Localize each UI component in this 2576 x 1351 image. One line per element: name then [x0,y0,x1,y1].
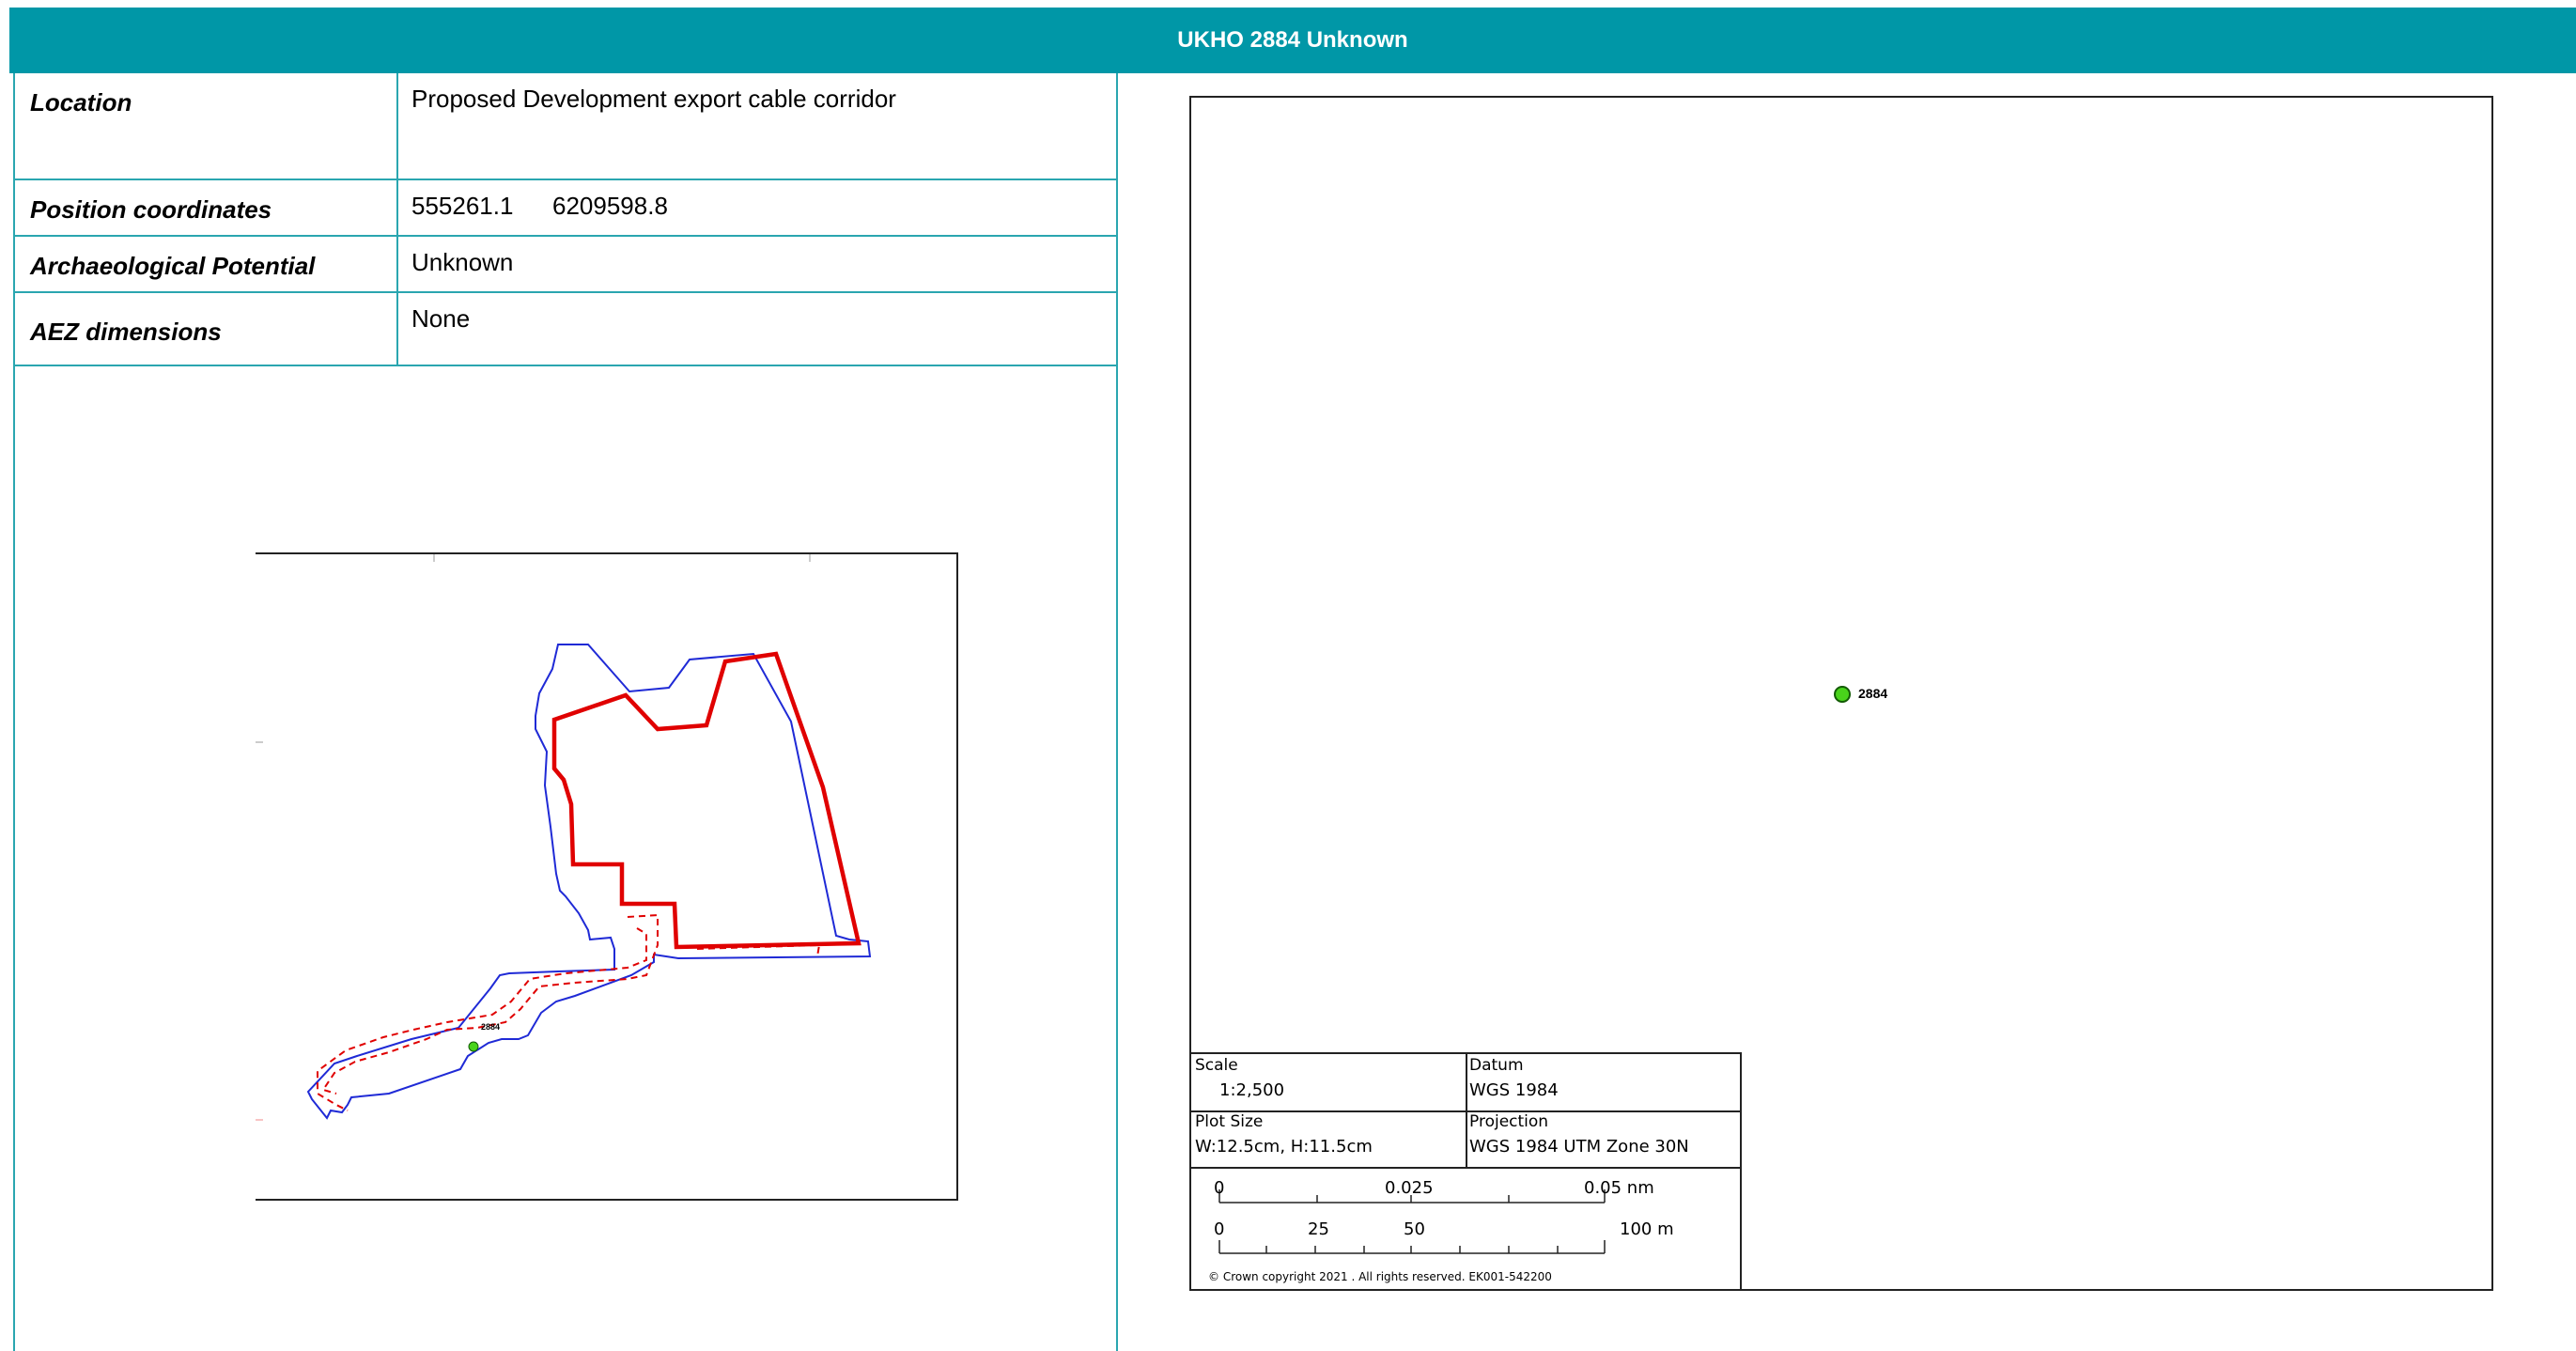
scale-bar [1218,1189,1606,1254]
aez-row: AEZ dimensions None [15,293,1116,366]
cable-corridor-outer [321,913,659,1095]
scale-label: Scale [1195,1056,1238,1075]
position-row: Position coordinates 555261.1 6209598.8 [15,180,1116,237]
minimap-marker [468,1041,479,1052]
potential-value: Unknown [411,248,514,276]
potential-label: Archaeological Potential [30,252,316,280]
plot-size-value: W:12.5cm, H:11.5cm [1195,1137,1373,1157]
aez-label: AEZ dimensions [30,318,222,346]
location-value: Proposed Development export cable corrid… [411,85,896,113]
minimap-marker-label: 2884 [481,1022,501,1032]
ukho-marker-label: 2884 [1858,686,1888,701]
page-header: UKHO 2884 Unknown [9,8,2576,73]
nm-tick-0: 0 [1214,1178,1225,1198]
nm-tick-2: 0.05 nm [1584,1178,1654,1198]
position-easting: 555261.1 [411,192,514,220]
aez-value: None [411,304,471,333]
buffer-outline [306,644,872,1120]
m-tick-0: 0 [1214,1219,1225,1239]
projection-label: Projection [1469,1112,1549,1131]
copyright-text: © Crown copyright 2021 . All rights rese… [1208,1270,1552,1283]
page-title: UKHO 2884 Unknown [1177,27,1408,53]
cable-corridor-inner [317,927,647,1111]
overview-map-graphic [256,554,872,1121]
overview-map: 2884 [256,552,958,1201]
m-tick-2: 50 [1404,1219,1425,1239]
plot-size-label: Plot Size [1195,1112,1264,1131]
detail-map: 2884 Scale 1:2,500 Datum WGS 1984 Plot S… [1189,96,2493,1291]
m-tick-3: 100 m [1620,1219,1674,1239]
position-label: Position coordinates [30,195,272,224]
m-tick-1: 25 [1308,1219,1329,1239]
projection-value: WGS 1984 UTM Zone 30N [1469,1137,1689,1157]
location-row: Location Proposed Development export cab… [15,73,1116,180]
map-legend: Scale 1:2,500 Datum WGS 1984 Plot Size W… [1191,1052,1742,1289]
nm-tick-1: 0.025 [1385,1178,1434,1198]
scale-value: 1:2,500 [1219,1080,1285,1100]
position-northing: 6209598.8 [552,192,668,220]
development-boundary [551,651,861,950]
location-label: Location [30,88,132,116]
ukho-marker-icon[interactable] [1834,686,1851,703]
datum-value: WGS 1984 [1469,1080,1559,1100]
datum-label: Datum [1469,1056,1524,1075]
details-panel: Location Proposed Development export cab… [13,73,1118,1351]
potential-row: Archaeological Potential Unknown [15,237,1116,293]
